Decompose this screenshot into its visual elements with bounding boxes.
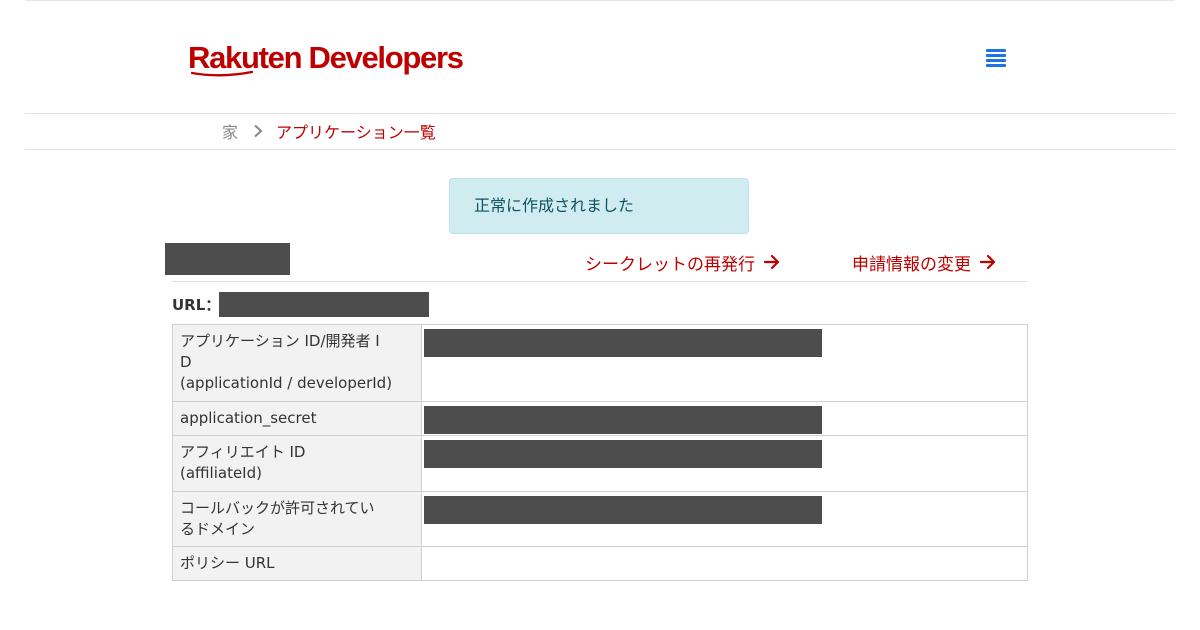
table-row: アプリケーション ID/開発者 I D (applicationId / dev… [172, 324, 1028, 402]
redacted-application-id [424, 329, 822, 357]
table-row: コールバックが許可されてい るドメイン [172, 491, 1028, 547]
redacted-affiliate-id [424, 440, 822, 468]
page: Rakuten Developers 家 アプリケーション一覧 正常に作成されま… [0, 0, 1200, 630]
affiliate-id-value [421, 435, 1028, 492]
callback-domain-label: コールバックが許可されてい るドメイン [172, 491, 422, 547]
table-row: アフィリエイト ID (affiliateId) [172, 435, 1028, 492]
policy-url-label: ポリシー URL [172, 546, 422, 581]
chevron-right-icon [254, 124, 263, 138]
table-row: ポリシー URL [172, 546, 1028, 581]
policy-url-value [421, 546, 1028, 581]
section-divider [172, 281, 1027, 282]
credentials-table: アプリケーション ID/開発者 I D (applicationId / dev… [172, 324, 1028, 581]
breadcrumb-home-link[interactable]: 家 [222, 119, 238, 143]
arrow-right-icon [979, 254, 996, 270]
redacted-application-name [165, 243, 290, 275]
edit-application-link[interactable]: 申請情報の変更 [852, 250, 997, 275]
breadcrumb: 家 アプリケーション一覧 [222, 119, 436, 143]
success-alert: 正常に作成されました [449, 178, 749, 234]
breadcrumb-application-list-link[interactable]: アプリケーション一覧 [276, 119, 436, 143]
redacted-application-secret [424, 406, 822, 434]
site-header: Rakuten Developers [0, 0, 1200, 113]
application-id-value [421, 324, 1028, 402]
callback-domain-value [421, 491, 1028, 547]
application-secret-label: application_secret [172, 401, 422, 436]
affiliate-id-label: アフィリエイト ID (affiliateId) [172, 435, 422, 492]
arrow-right-icon [763, 254, 780, 270]
redacted-callback-domain [424, 496, 822, 524]
logo-swoosh-icon [191, 71, 253, 77]
hamburger-menu-icon[interactable] [984, 46, 1008, 70]
nav-divider-top [25, 113, 1175, 114]
reissue-secret-link[interactable]: シークレットの再発行 [585, 250, 781, 275]
edit-application-label: 申請情報の変更 [852, 254, 971, 275]
redacted-url-value [219, 292, 429, 317]
table-row: application_secret [172, 401, 1028, 436]
application-id-label: アプリケーション ID/開発者 I D (applicationId / dev… [172, 324, 422, 402]
nav-divider-bottom [25, 149, 1175, 150]
application-secret-value [421, 401, 1028, 436]
url-label: URL： [172, 296, 221, 314]
reissue-secret-label: シークレットの再発行 [585, 254, 755, 275]
